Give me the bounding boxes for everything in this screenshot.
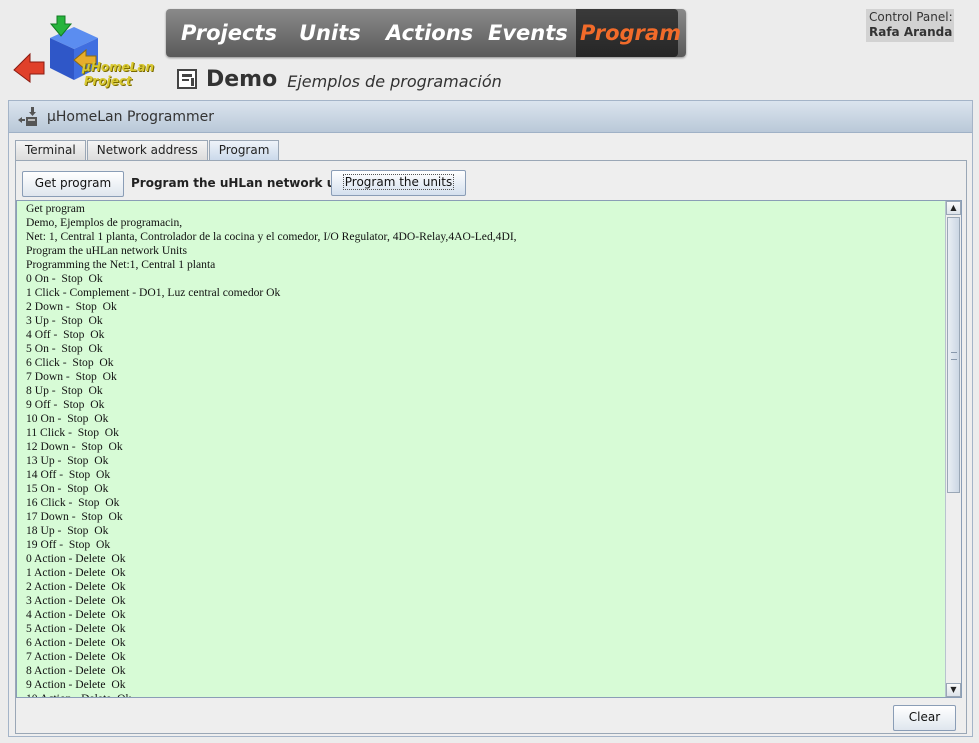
tab-network-address[interactable]: Network address <box>86 140 208 160</box>
page-subtitle: Ejemplos de programación <box>287 71 502 91</box>
programmer-tabs: Terminal Network address Program <box>15 140 280 161</box>
nav-projects[interactable]: Projects <box>181 9 277 57</box>
program-units-button-label: Program the units <box>342 174 455 190</box>
tab-program[interactable]: Program <box>208 140 280 161</box>
get-program-button[interactable]: Get program <box>22 171 124 197</box>
nav-units[interactable]: Units <box>299 9 361 57</box>
programmer-icon <box>18 106 37 126</box>
nav-program[interactable]: Program <box>576 9 681 57</box>
programmer-title: µHomeLan Programmer <box>47 108 215 125</box>
console-output: Get program Demo, Ejemplos de programaci… <box>26 202 517 697</box>
nav-events[interactable]: Events <box>488 9 568 57</box>
main-nav: Projects Units Actions Events Program <box>166 9 686 57</box>
control-panel-box: Control Panel: Rafa Aranda <box>866 9 954 42</box>
program-console[interactable]: Get program Demo, Ejemplos de programaci… <box>16 200 962 698</box>
control-panel-label: Control Panel: <box>869 10 953 24</box>
clear-button[interactable]: Clear <box>893 705 956 731</box>
nav-actions[interactable]: Actions <box>386 9 473 57</box>
uhomelan-logo: µHomeLan Project <box>12 10 154 92</box>
program-tab-body: Get program Program the uHLan network un… <box>15 160 967 734</box>
tab-terminal[interactable]: Terminal <box>15 140 86 160</box>
control-panel-user[interactable]: Rafa Aranda <box>869 25 954 40</box>
project-document-icon <box>177 69 197 89</box>
program-units-button[interactable]: Program the units <box>331 170 466 196</box>
scroll-thumb[interactable] <box>947 217 960 493</box>
page-title-name: Demo <box>206 66 278 92</box>
console-scrollbar[interactable]: ▲ ▼ <box>945 201 961 697</box>
logo-text-line1: µHomeLan <box>82 60 155 74</box>
programmer-header: µHomeLan Programmer <box>9 101 972 133</box>
scroll-up-icon[interactable]: ▲ <box>946 201 961 215</box>
scroll-down-icon[interactable]: ▼ <box>946 683 961 697</box>
programmer-panel: µHomeLan Programmer Terminal Network add… <box>8 100 973 737</box>
page-title: Demo Ejemplos de programación <box>176 64 502 94</box>
logo-text-line2: Project <box>84 74 132 88</box>
